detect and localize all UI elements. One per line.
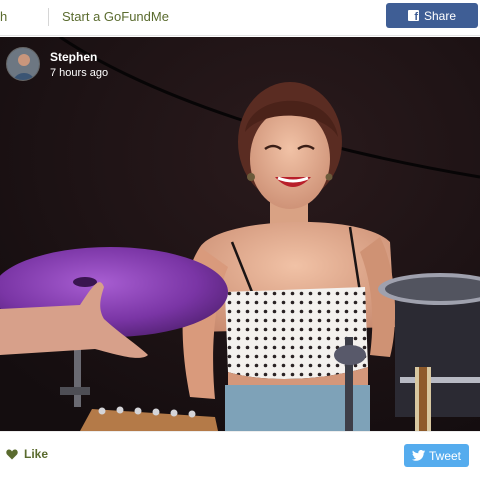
like-button[interactable]: Like: [6, 447, 48, 461]
concert-photo-scene: [0, 37, 480, 431]
facebook-icon: [407, 10, 419, 23]
tweet-button[interactable]: Tweet: [404, 444, 469, 467]
action-bar: Like Tweet: [0, 431, 480, 480]
avatar[interactable]: [6, 47, 40, 81]
nav-link-partial[interactable]: h: [0, 9, 7, 24]
facebook-share-button[interactable]: Share: [386, 3, 478, 28]
like-label: Like: [24, 447, 49, 461]
twitter-bird-icon: [411, 450, 425, 461]
tweet-label: Tweet: [428, 448, 461, 463]
post-timestamp: 7 hours ago: [50, 66, 109, 79]
top-bar: h Start a GoFundMe Share: [0, 0, 480, 36]
heart-icon: [6, 449, 18, 459]
post-photo[interactable]: Stephen 7 hours ago: [0, 37, 480, 431]
start-gofundme-link[interactable]: Start a GoFundMe: [62, 9, 169, 24]
post-author: Stephen 7 hours ago: [6, 47, 108, 81]
share-label: Share: [423, 8, 457, 23]
avatar-image: [7, 48, 39, 80]
author-name[interactable]: Stephen: [50, 50, 108, 64]
nav-divider: [48, 8, 49, 26]
